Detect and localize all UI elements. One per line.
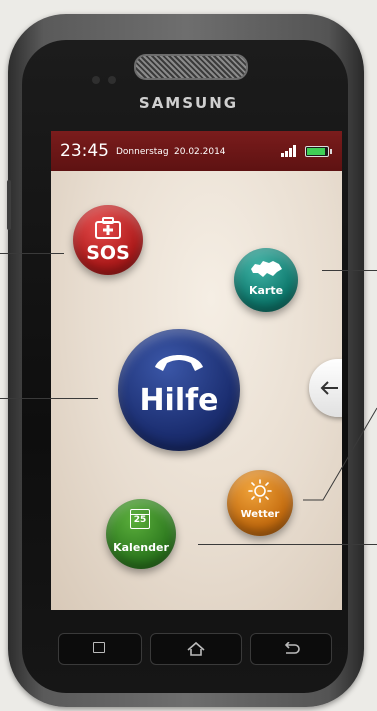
menu-key[interactable] bbox=[58, 633, 142, 665]
karte-button[interactable]: Karte bbox=[234, 248, 298, 312]
signal-icon bbox=[281, 145, 297, 157]
menu-icon bbox=[93, 642, 105, 653]
weekday: Donnerstag bbox=[116, 147, 169, 157]
sos-button[interactable]: SOS bbox=[73, 205, 143, 275]
hilfe-label: Hilfe bbox=[139, 383, 219, 418]
wetter-label: Wetter bbox=[240, 509, 280, 520]
calendar-day: 25 bbox=[133, 515, 147, 525]
front-camera-icon bbox=[92, 76, 100, 84]
back-key[interactable] bbox=[250, 633, 332, 665]
earpiece-speaker bbox=[134, 54, 248, 80]
first-aid-kit-icon bbox=[95, 217, 121, 239]
battery-level bbox=[307, 148, 325, 155]
sos-label: SOS bbox=[86, 242, 130, 264]
battery-icon bbox=[305, 146, 332, 157]
arrow-left-icon bbox=[320, 381, 338, 395]
callout-line-karte bbox=[322, 270, 377, 271]
clock: 23:45 bbox=[60, 141, 109, 161]
sun-icon bbox=[248, 479, 272, 503]
kalender-label: Kalender bbox=[113, 541, 169, 554]
callout-line-hilfe bbox=[0, 398, 98, 399]
callout-line-sos bbox=[0, 253, 64, 254]
karte-label: Karte bbox=[248, 284, 284, 297]
wetter-button[interactable]: Wetter bbox=[227, 470, 293, 536]
home-screen: 23:45 Donnerstag 20.02.2014 SOS Karte Hi… bbox=[51, 131, 342, 610]
back-icon bbox=[284, 642, 300, 654]
home-icon bbox=[187, 641, 205, 656]
hilfe-button[interactable]: Hilfe bbox=[118, 329, 240, 451]
kalender-button[interactable]: 25 Kalender bbox=[106, 499, 176, 569]
callout-line-wetter bbox=[303, 407, 377, 501]
volume-button[interactable] bbox=[7, 180, 11, 230]
status-bar: 23:45 Donnerstag 20.02.2014 bbox=[51, 131, 342, 171]
calendar-icon: 25 bbox=[130, 509, 150, 529]
home-key[interactable] bbox=[150, 633, 242, 665]
date: 20.02.2014 bbox=[174, 147, 226, 157]
brand-logo: SAMSUNG bbox=[138, 94, 239, 112]
swiss-map-icon bbox=[251, 261, 282, 277]
phone-handset-icon bbox=[155, 355, 203, 371]
callout-line-kalender bbox=[198, 544, 377, 545]
proximity-sensor-icon bbox=[108, 76, 116, 84]
